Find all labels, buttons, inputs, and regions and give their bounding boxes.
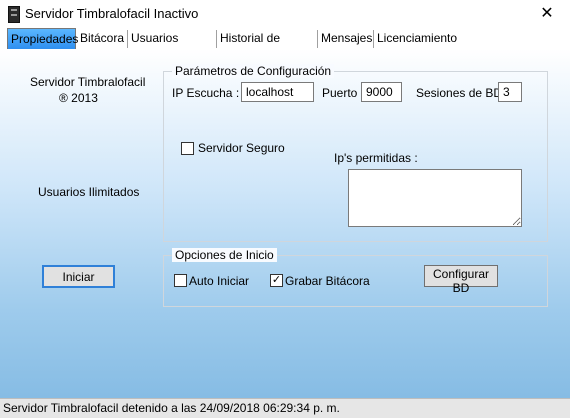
app-name-label: Servidor Timbralofacil (30, 75, 146, 89)
sessions-input[interactable] (498, 82, 522, 102)
tab-bar: Propiedades Bitácora Usuarios Activos Hi… (0, 28, 570, 62)
record-log-label: Grabar Bitácora (285, 274, 370, 288)
record-log-checkbox[interactable]: ✓ (270, 274, 283, 287)
allowed-ips-label: Ip's permitidas : (334, 151, 418, 165)
tab-bitacora[interactable]: Bitácora (77, 30, 128, 48)
config-group-title: Parámetros de Configuración (172, 64, 335, 78)
ip-label: IP Escucha : (172, 86, 240, 100)
app-window: Servidor Timbralofacil Inactivo ✕ Propie… (0, 0, 570, 418)
checkmark-icon: ✓ (271, 274, 282, 286)
tab-historial-de-usuario[interactable]: Historial de Usuario (217, 30, 318, 62)
secure-server-checkbox[interactable] (181, 142, 194, 155)
title-bar: Servidor Timbralofacil Inactivo ✕ (0, 0, 570, 28)
port-input[interactable] (361, 82, 402, 102)
status-bar: Servidor Timbralofacil detenido a las 24… (0, 398, 570, 418)
ip-input[interactable] (241, 82, 314, 102)
tab-propiedades[interactable]: Propiedades (7, 28, 78, 49)
copyright-label: ® 2013 (59, 91, 98, 105)
start-options-group-title: Opciones de Inicio (172, 248, 277, 262)
configure-db-button[interactable]: Configurar BD (424, 265, 498, 295)
tab-usuarios-activos[interactable]: Usuarios Activos (128, 30, 217, 62)
secure-server-label: Servidor Seguro (198, 141, 285, 155)
sessions-label: Sesiones de BD (416, 86, 503, 100)
server-app-icon (8, 6, 20, 23)
start-button[interactable]: Iniciar (42, 265, 115, 288)
start-options-group: Opciones de Inicio Auto Iniciar ✓ Grabar… (163, 248, 548, 307)
tab-licenciamiento[interactable]: Licenciamiento (374, 30, 457, 48)
port-label: Puerto : (322, 86, 365, 100)
tab-mensajes[interactable]: Mensajes (318, 30, 374, 48)
users-limit-label: Usuarios Ilimitados (38, 185, 140, 199)
window-title: Servidor Timbralofacil Inactivo (25, 6, 199, 21)
auto-start-checkbox[interactable] (174, 274, 187, 287)
close-button[interactable]: ✕ (524, 0, 570, 28)
properties-panel: Servidor Timbralofacil ® 2013 Usuarios I… (0, 49, 570, 398)
allowed-ips-textarea[interactable] (348, 169, 522, 227)
config-group: Parámetros de Configuración IP Escucha :… (163, 64, 548, 242)
auto-start-label: Auto Iniciar (189, 274, 250, 288)
